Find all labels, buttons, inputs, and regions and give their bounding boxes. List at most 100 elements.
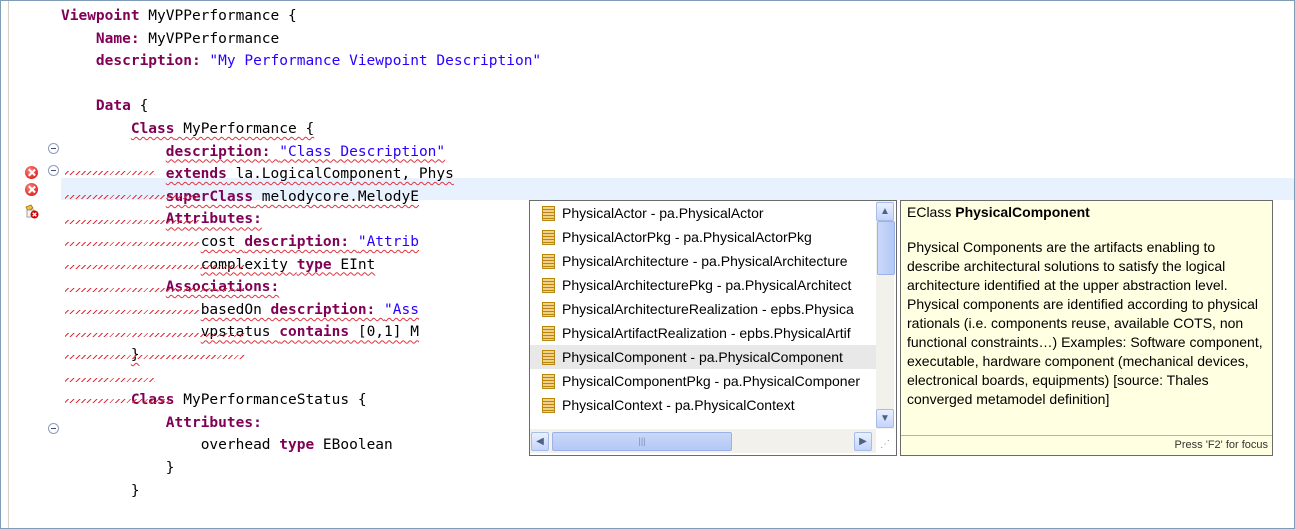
completion-item[interactable]: PhysicalActor - pa.PhysicalActor (530, 201, 876, 225)
code-line[interactable]: overhead type EBoolean (61, 434, 393, 456)
keyword-token: Data (95, 98, 131, 115)
completion-item[interactable]: PhysicalActorPkg - pa.PhysicalActorPkg (530, 225, 876, 249)
keyword-token: description: (95, 53, 201, 70)
completion-item-label: PhysicalArchitectureRealization - epbs.P… (562, 301, 854, 317)
error-squiggle (65, 310, 200, 314)
doc-footer: Press 'F2' for focus (901, 435, 1272, 455)
string-token: "Ass (384, 301, 419, 318)
content-assist-list[interactable]: PhysicalActor - pa.PhysicalActor Physical… (530, 201, 876, 429)
eclass-icon (542, 349, 555, 365)
vertical-scroll-thumb[interactable] (877, 221, 895, 275)
horizontal-scroll-thumb[interactable]: ||| (552, 432, 732, 451)
code-line[interactable]: Class MyPerformance { (61, 118, 314, 140)
error-squiggle (65, 378, 155, 382)
error-squiggle (65, 355, 245, 359)
string-token: "My Performance Viewpoint Description" (209, 53, 542, 70)
code-line[interactable]: Name: MyVPPerformance (61, 28, 279, 50)
keyword-token: Class (130, 121, 175, 137)
scroll-down-button[interactable]: ▼ (876, 409, 894, 428)
eclass-icon (542, 277, 555, 293)
horizontal-scrollbar[interactable]: ◀ ||| ▶ (530, 429, 876, 453)
code-line[interactable]: description: "Class Description" (61, 141, 445, 163)
text-token: MyVPPerformance { (139, 8, 297, 24)
text-token: [0,1] M (349, 324, 419, 341)
completion-item[interactable]: PhysicalArchitecturePkg - pa.PhysicalArc… (530, 273, 876, 297)
fold-toggle-icon[interactable] (48, 423, 59, 434)
completion-item[interactable]: PhysicalArchitectureRealization - epbs.P… (530, 297, 876, 321)
error-squiggle (65, 399, 169, 403)
keyword-token: contains (279, 324, 350, 341)
content-assist-popup[interactable]: PhysicalActor - pa.PhysicalActor Physical… (529, 200, 897, 456)
eclass-icon (542, 301, 555, 317)
keyword-token: Attributes: (165, 414, 262, 431)
vertical-scrollbar[interactable]: ▲ ▼ (876, 201, 895, 429)
keyword-token: type (296, 256, 332, 273)
text-token: MyPerformance { (174, 121, 315, 137)
error-marker-icon[interactable] (25, 166, 38, 179)
code-line[interactable]: Viewpoint MyVPPerformance { (61, 5, 297, 27)
resize-grip-icon[interactable]: ⋰ (880, 439, 894, 453)
keyword-token: type (279, 437, 315, 454)
completion-item-label: PhysicalArchitecturePkg - pa.PhysicalArc… (562, 277, 852, 293)
error-marker-icon[interactable] (25, 183, 38, 196)
text-token: MyVPPerformance (139, 30, 280, 47)
completion-item-label: PhysicalContext - pa.PhysicalContext (562, 397, 795, 413)
completion-item-label: PhysicalArchitecture - pa.PhysicalArchit… (562, 253, 848, 269)
editor-left-border (1, 1, 9, 528)
completion-item[interactable]: PhysicalComponent - pa.PhysicalComponent (530, 345, 876, 369)
text-token: cost (200, 234, 245, 250)
keyword-token: description: (244, 234, 350, 250)
quick-fix-error-icon[interactable] (24, 204, 39, 219)
error-squiggle (65, 288, 245, 292)
eclass-icon (542, 205, 555, 221)
text-token: overhead (200, 437, 280, 454)
scroll-right-button[interactable]: ▶ (854, 432, 872, 451)
text-token: { (130, 98, 149, 115)
completion-item-label: PhysicalActor - pa.PhysicalActor (562, 205, 764, 221)
eclass-icon (542, 253, 555, 269)
text-token: EInt (331, 256, 376, 273)
text-token: la.LogicalComponent, Phys (226, 166, 454, 183)
text-token: EBoolean (314, 437, 393, 454)
completion-item[interactable]: PhysicalComponentPkg - pa.PhysicalCompon… (530, 369, 876, 393)
text-token: MyPerformanceStatus { (174, 392, 367, 409)
eclass-icon (542, 325, 555, 341)
error-squiggle (65, 265, 245, 269)
code-line[interactable]: } (61, 480, 140, 502)
text-token: melodycore.MelodyE (253, 188, 419, 205)
string-token: "Class Description" (279, 143, 446, 160)
error-squiggle (65, 242, 200, 246)
keyword-token: Viewpoint (61, 8, 140, 24)
editor-frame: Viewpoint MyVPPerformance { Name: MyVPPe… (0, 0, 1295, 529)
scroll-up-button[interactable]: ▲ (876, 202, 894, 221)
eclass-icon (542, 373, 555, 389)
focus-hint: Press 'F2' for focus (1174, 439, 1268, 451)
completion-item-label: PhysicalComponent - pa.PhysicalComponent (562, 349, 843, 365)
completion-item-label: PhysicalArtifactRealization - epbs.Physi… (562, 325, 851, 341)
doc-body: Physical Components are the artifacts en… (907, 239, 1263, 407)
completion-item[interactable]: PhysicalContext - pa.PhysicalContext (530, 393, 876, 417)
text-token: } (165, 460, 175, 476)
code-line[interactable]: description: "My Performance Viewpoint D… (61, 50, 541, 72)
documentation-popup[interactable]: EClass PhysicalComponent Physical Compon… (900, 200, 1273, 456)
completion-item[interactable]: PhysicalArtifactRealization - epbs.Physi… (530, 321, 876, 345)
eclass-icon (542, 397, 555, 413)
completion-item-label: PhysicalActorPkg - pa.PhysicalActorPkg (562, 229, 812, 245)
text-token: } (130, 482, 140, 499)
code-line[interactable]: } (61, 457, 175, 479)
error-squiggle (65, 333, 245, 337)
doc-title: EClass PhysicalComponent (907, 204, 1090, 220)
code-line[interactable]: Attributes: (61, 412, 262, 434)
string-token: "Attrib (357, 234, 419, 250)
keyword-token: description: (165, 143, 271, 160)
completion-item[interactable]: PhysicalArchitecture - pa.PhysicalArchit… (530, 249, 876, 273)
error-squiggle (65, 171, 155, 175)
fold-toggle-icon[interactable] (48, 143, 59, 154)
keyword-token: extends (165, 166, 227, 183)
annotation-ruler (9, 1, 61, 528)
scroll-left-button[interactable]: ◀ (531, 432, 549, 451)
text-token: basedOn (200, 301, 271, 318)
code-line[interactable]: Data { (61, 95, 148, 117)
fold-toggle-icon[interactable] (48, 165, 59, 176)
